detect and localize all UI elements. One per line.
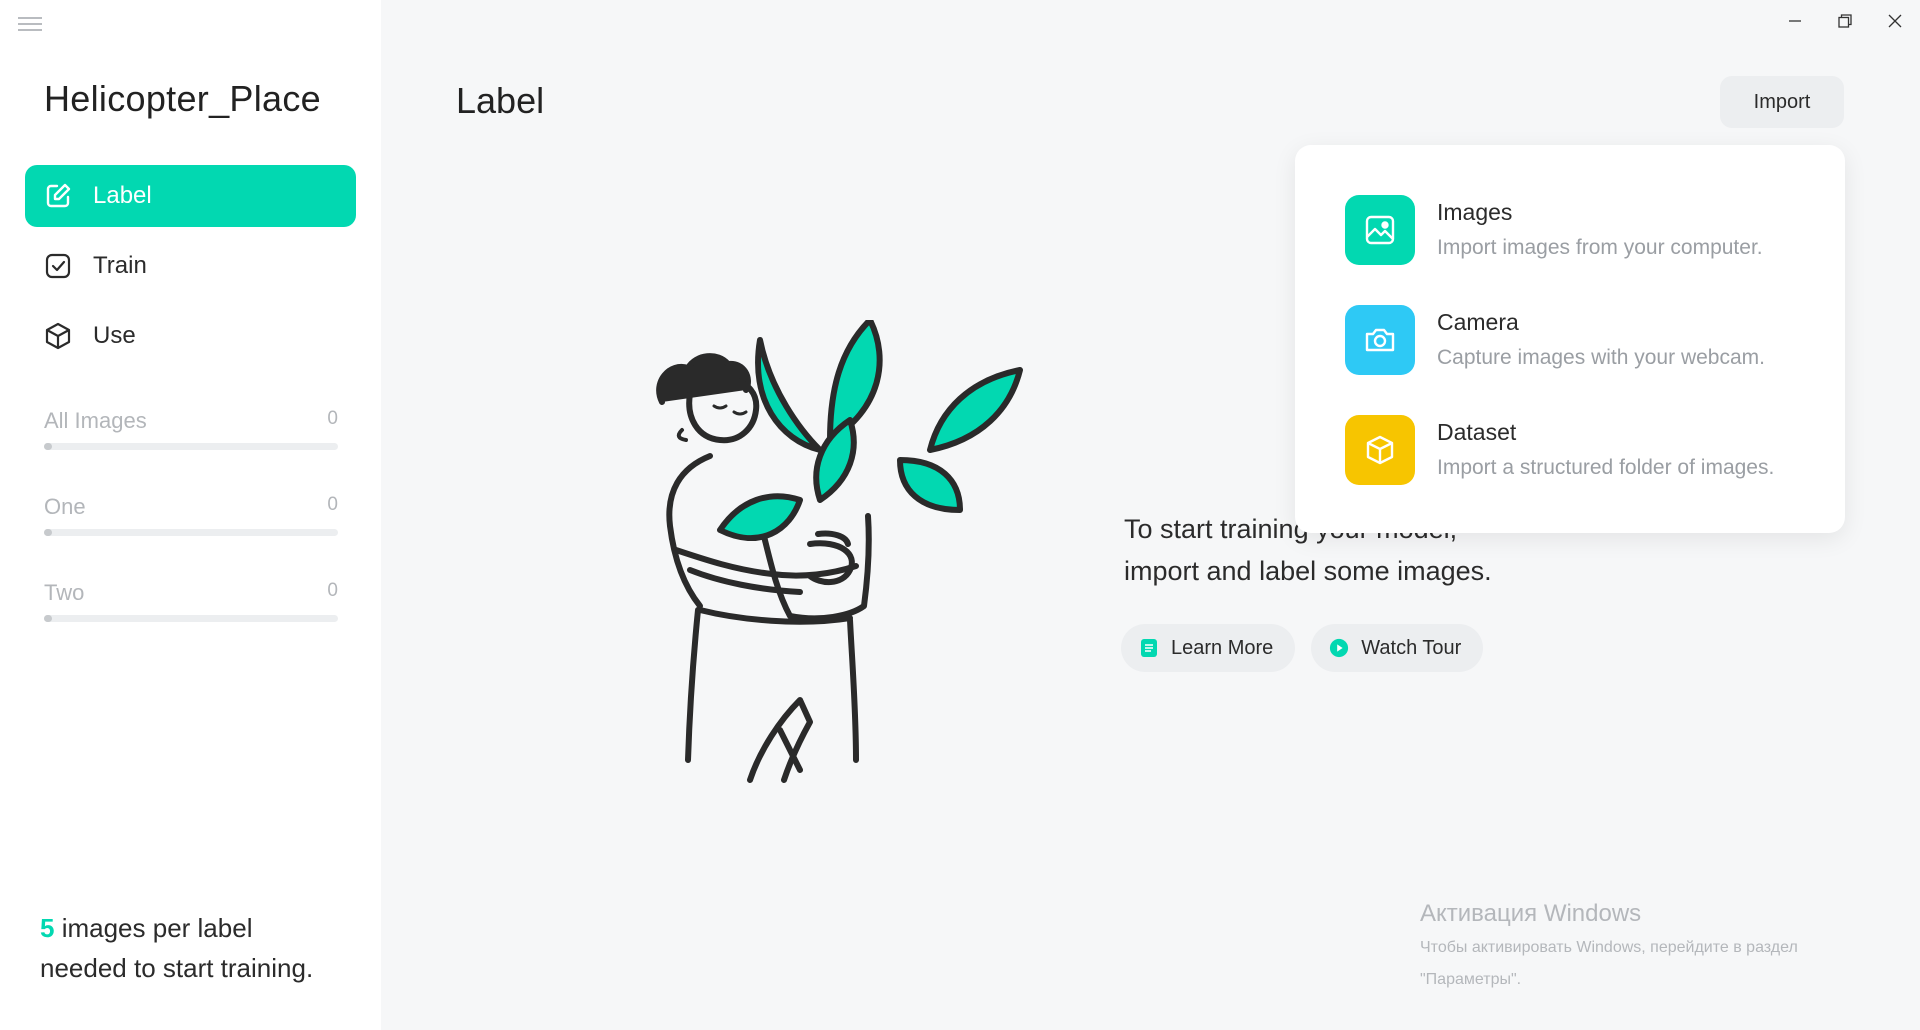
label-name: All Images: [44, 408, 147, 433]
label-count: 0: [327, 494, 338, 515]
window-controls: [1770, 0, 1920, 42]
label-progress: [44, 529, 338, 536]
learn-more-button[interactable]: Learn More: [1121, 624, 1296, 672]
watermark-line-2: "Параметры".: [1420, 971, 1522, 988]
edit-icon: [43, 181, 73, 211]
page-title: Label: [456, 80, 545, 121]
app-window: Helicopter_Place Label Train Use All Ima…: [0, 0, 1920, 1030]
restore-icon: [1838, 14, 1852, 28]
watch-tour-label: Watch Tour: [1361, 636, 1462, 659]
note-text-2: needed to start training.: [40, 953, 314, 983]
image-icon: [1345, 195, 1415, 265]
menu-item-subtitle: Capture images with your webcam.: [1437, 346, 1765, 369]
menu-item-title: Images: [1437, 199, 1513, 225]
label-list: All Images 0 One 0 Two 0: [44, 408, 338, 666]
required-count: 5: [40, 913, 55, 943]
import-menu-item-images[interactable]: Images Import images from your computer.: [1345, 195, 1763, 265]
box-icon: [1345, 415, 1415, 485]
label-row-one[interactable]: One 0: [44, 494, 338, 536]
note-text-1: images per label: [54, 913, 253, 943]
training-requirement-note: 5 images per label needed to start train…: [40, 908, 360, 988]
watch-tour-button[interactable]: Watch Tour: [1311, 624, 1484, 672]
watermark-line-1: Чтобы активировать Windows, перейдите в …: [1420, 939, 1798, 956]
menu-icon[interactable]: [18, 14, 42, 34]
label-row-all-images[interactable]: All Images 0: [44, 408, 338, 450]
learn-more-label: Learn More: [1171, 636, 1274, 659]
camera-icon: [1345, 305, 1415, 375]
label-count: 0: [327, 408, 338, 429]
nav-label: Label: [93, 182, 152, 209]
cube-icon: [43, 321, 73, 351]
nav-label: Use: [93, 322, 136, 349]
checkbox-icon: [43, 251, 73, 281]
project-title: Helicopter_Place: [44, 78, 321, 119]
minimize-icon: [1789, 20, 1801, 22]
document-icon: [1139, 638, 1159, 658]
sidebar: Helicopter_Place Label Train Use All Ima…: [0, 0, 381, 1030]
import-button[interactable]: Import: [1720, 76, 1844, 128]
restore-button[interactable]: [1820, 0, 1870, 42]
label-count: 0: [327, 580, 338, 601]
close-icon: [1888, 14, 1902, 28]
windows-activation-watermark: Активация Windows Чтобы активировать Win…: [1420, 900, 1860, 992]
nav-label: Train: [93, 252, 147, 279]
import-menu: Images Import images from your computer.…: [1295, 145, 1845, 533]
cta-line-2: import and label some images.: [1124, 556, 1492, 586]
watermark-title: Активация Windows: [1420, 900, 1642, 927]
minimize-button[interactable]: [1770, 0, 1820, 42]
person-with-plant-illustration: [656, 320, 1023, 783]
label-name: Two: [44, 580, 85, 605]
close-button[interactable]: [1870, 0, 1920, 42]
nav-item-train[interactable]: Train: [25, 235, 356, 297]
label-progress: [44, 615, 338, 622]
sidebar-nav: Label Train Use: [25, 165, 356, 375]
import-menu-item-camera[interactable]: Camera Capture images with your webcam.: [1345, 305, 1765, 375]
menu-item-title: Camera: [1437, 309, 1519, 335]
cta-buttons: Learn More Watch Tour: [1121, 624, 1484, 672]
menu-item-subtitle: Import images from your computer.: [1437, 236, 1763, 259]
play-icon: [1329, 638, 1349, 658]
label-progress: [44, 443, 338, 450]
nav-item-label[interactable]: Label: [25, 165, 356, 227]
menu-item-subtitle: Import a structured folder of images.: [1437, 456, 1775, 479]
import-menu-item-dataset[interactable]: Dataset Import a structured folder of im…: [1345, 415, 1774, 485]
nav-item-use[interactable]: Use: [25, 305, 356, 367]
label-name: One: [44, 494, 86, 519]
menu-item-title: Dataset: [1437, 419, 1517, 445]
label-row-two[interactable]: Two 0: [44, 580, 338, 622]
